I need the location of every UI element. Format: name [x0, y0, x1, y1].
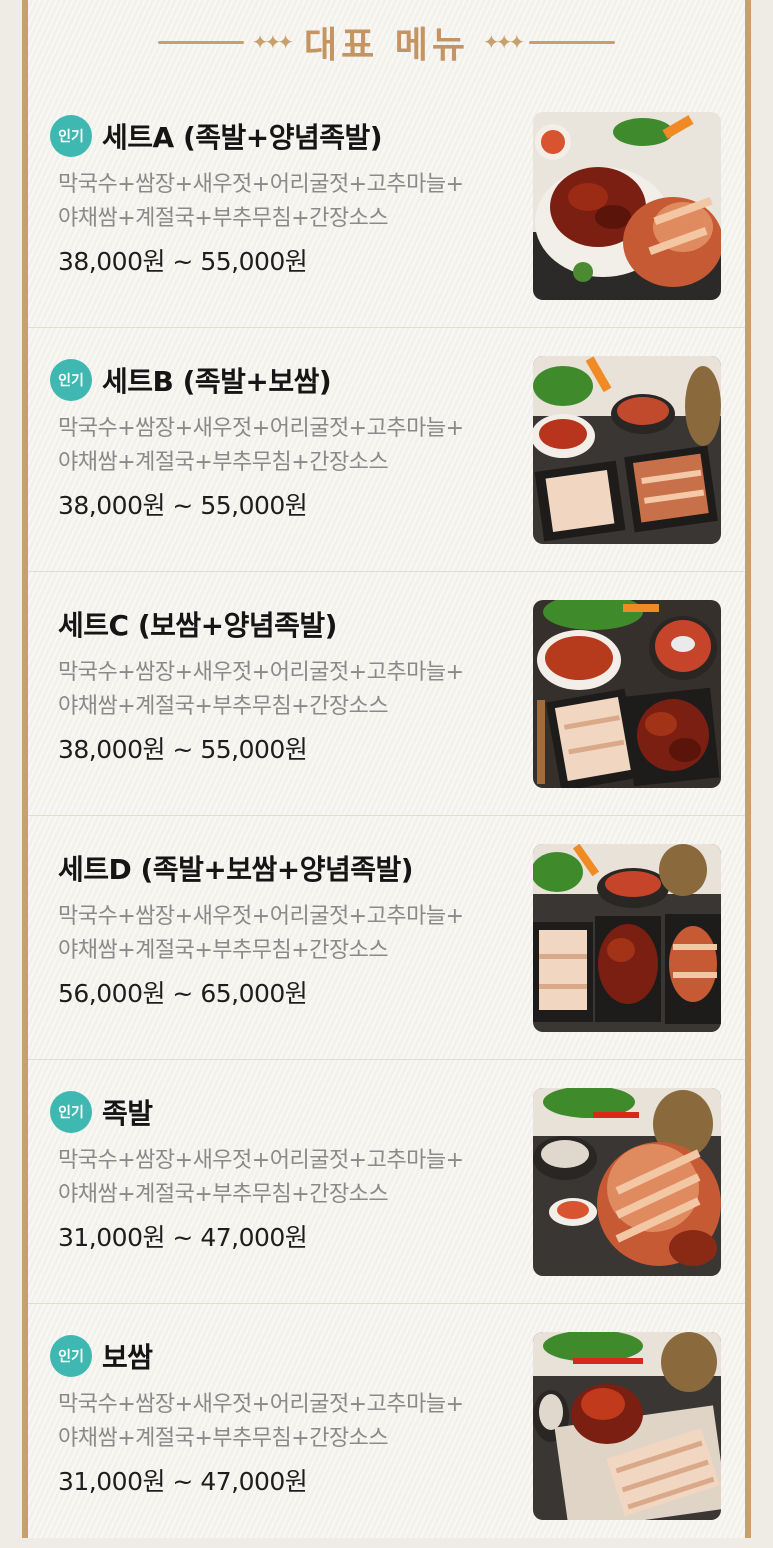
- header-ornament-left-icon: ✦✦✦: [251, 30, 294, 54]
- header-line-left: [157, 40, 244, 44]
- menu-item-name-row: 인기 세트A (족발+양념족발): [50, 114, 383, 158]
- popular-badge: 인기: [50, 1091, 92, 1133]
- menu-item[interactable]: 세트D (족발+보쌈+양념족발) 막국수+쌈장+새우젓+어리굴젓+고추마늘+ 야…: [28, 816, 745, 1060]
- description-line: 막국수+쌈장+새우젓+어리굴젓+고추마늘+: [58, 660, 464, 685]
- description-line: 야채쌈+계절국+부추무침+간장소스: [58, 450, 389, 475]
- menu-list: 인기 세트A (족발+양념족발) 막국수+쌈장+새우젓+어리굴젓+고추마늘+ 야…: [28, 84, 745, 1548]
- section-title: 대표 메뉴: [303, 25, 469, 66]
- menu-item[interactable]: 인기 세트B (족발+보쌈) 막국수+쌈장+새우젓+어리굴젓+고추마늘+ 야채쌈…: [28, 328, 745, 572]
- menu-panel: ✦✦✦ 대표 메뉴 ✦✦✦ 인기 세트A (족발+양념족발) 막국수+쌈장+새우…: [22, 0, 751, 1538]
- page-background: ✦✦✦ 대표 메뉴 ✦✦✦ 인기 세트A (족발+양념족발) 막국수+쌈장+새우…: [0, 0, 773, 1538]
- section-header: ✦✦✦ 대표 메뉴 ✦✦✦: [28, 0, 745, 84]
- menu-item-name-row: 인기 족발: [50, 1090, 153, 1134]
- menu-item-description: 막국수+쌈장+새우젓+어리굴젓+고추마늘+ 야채쌈+계절국+부추무침+간장소스: [58, 1144, 528, 1212]
- description-line: 야채쌈+계절국+부추무침+간장소스: [58, 1426, 389, 1451]
- menu-item-price: 38,000원 ~ 55,000원: [58, 735, 308, 764]
- menu-item-name: 세트D (족발+보쌈+양념족발): [58, 853, 414, 886]
- description-line: 야채쌈+계절국+부추무침+간장소스: [58, 694, 389, 719]
- menu-item-name-row: 인기 세트B (족발+보쌈): [50, 358, 332, 402]
- food-photo-icon[interactable]: [533, 844, 721, 1032]
- food-photo-icon[interactable]: [533, 600, 721, 788]
- food-photo-icon[interactable]: [533, 356, 721, 544]
- menu-item[interactable]: 세트C (보쌈+양념족발) 막국수+쌈장+새우젓+어리굴젓+고추마늘+ 야채쌈+…: [28, 572, 745, 816]
- description-line: 야채쌈+계절국+부추무침+간장소스: [58, 206, 389, 231]
- menu-item-name: 세트B (족발+보쌈): [102, 365, 332, 398]
- header-ornament-right-icon: ✦✦✦: [483, 30, 525, 54]
- popular-badge: 인기: [50, 359, 92, 401]
- food-photo-icon[interactable]: [533, 112, 721, 300]
- menu-item-description: 막국수+쌈장+새우젓+어리굴젓+고추마늘+ 야채쌈+계절국+부추무침+간장소스: [58, 900, 528, 968]
- menu-item-description: 막국수+쌈장+새우젓+어리굴젓+고추마늘+ 야채쌈+계절국+부추무침+간장소스: [58, 1388, 528, 1456]
- menu-item-name-row: 세트D (족발+보쌈+양념족발): [50, 846, 414, 890]
- menu-item-name: 족발: [102, 1097, 153, 1130]
- menu-item[interactable]: 인기 족발 막국수+쌈장+새우젓+어리굴젓+고추마늘+ 야채쌈+계절국+부추무침…: [28, 1060, 745, 1304]
- food-photo-icon[interactable]: [533, 1088, 721, 1276]
- description-line: 막국수+쌈장+새우젓+어리굴젓+고추마늘+: [58, 904, 464, 929]
- description-line: 야채쌈+계절국+부추무침+간장소스: [58, 1182, 389, 1207]
- description-line: 막국수+쌈장+새우젓+어리굴젓+고추마늘+: [58, 1392, 464, 1417]
- menu-item[interactable]: 인기 세트A (족발+양념족발) 막국수+쌈장+새우젓+어리굴젓+고추마늘+ 야…: [28, 84, 745, 328]
- menu-item-description: 막국수+쌈장+새우젓+어리굴젓+고추마늘+ 야채쌈+계절국+부추무침+간장소스: [58, 656, 528, 724]
- food-photo-icon[interactable]: [533, 1332, 721, 1520]
- menu-item-name: 보쌈: [102, 1341, 153, 1374]
- popular-badge: 인기: [50, 1335, 92, 1377]
- menu-item-name-row: 세트C (보쌈+양념족발): [50, 602, 337, 646]
- description-line: 막국수+쌈장+새우젓+어리굴젓+고추마늘+: [58, 1148, 464, 1173]
- menu-item[interactable]: 인기 보쌈 막국수+쌈장+새우젓+어리굴젓+고추마늘+ 야채쌈+계절국+부추무침…: [28, 1304, 745, 1548]
- description-line: 야채쌈+계절국+부추무침+간장소스: [58, 938, 389, 963]
- menu-item-name: 세트C (보쌈+양념족발): [58, 609, 337, 642]
- description-line: 막국수+쌈장+새우젓+어리굴젓+고추마늘+: [58, 172, 464, 197]
- header-line-right: [529, 40, 616, 44]
- popular-badge: 인기: [50, 115, 92, 157]
- menu-item-description: 막국수+쌈장+새우젓+어리굴젓+고추마늘+ 야채쌈+계절국+부추무침+간장소스: [58, 168, 528, 236]
- menu-item-name-row: 인기 보쌈: [50, 1334, 153, 1378]
- menu-item-price: 38,000원 ~ 55,000원: [58, 491, 308, 520]
- menu-item-price: 31,000원 ~ 47,000원: [58, 1223, 308, 1252]
- menu-item-price: 56,000원 ~ 65,000원: [58, 979, 308, 1008]
- menu-item-name: 세트A (족발+양념족발): [102, 121, 383, 154]
- description-line: 막국수+쌈장+새우젓+어리굴젓+고추마늘+: [58, 416, 464, 441]
- menu-item-price: 38,000원 ~ 55,000원: [58, 247, 308, 276]
- menu-item-description: 막국수+쌈장+새우젓+어리굴젓+고추마늘+ 야채쌈+계절국+부추무침+간장소스: [58, 412, 528, 480]
- menu-item-price: 31,000원 ~ 47,000원: [58, 1467, 308, 1496]
